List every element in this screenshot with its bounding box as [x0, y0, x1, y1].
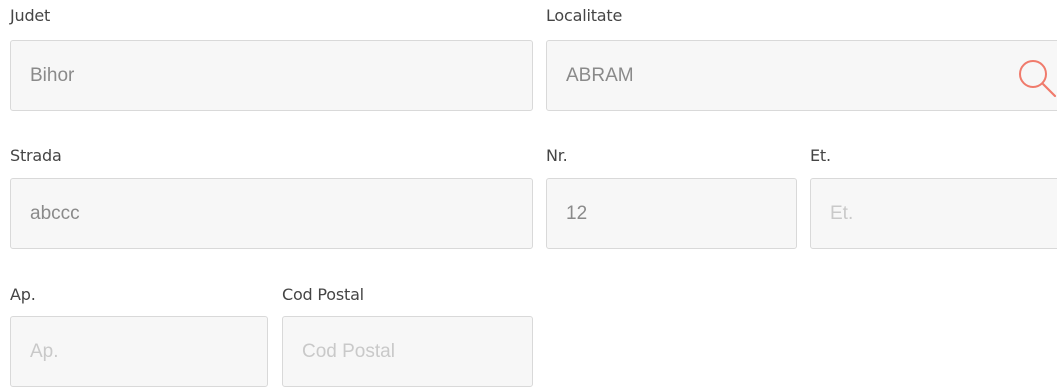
- localitate-input[interactable]: [547, 41, 1057, 110]
- judet-input[interactable]: [11, 41, 532, 110]
- ap-input[interactable]: [11, 317, 267, 386]
- localitate-label: Localitate: [546, 6, 623, 25]
- cod-postal-input-box[interactable]: [282, 316, 533, 387]
- strada-label: Strada: [10, 146, 62, 165]
- et-input-box[interactable]: [810, 178, 1057, 249]
- nr-label: Nr.: [546, 146, 568, 165]
- nr-input-box[interactable]: [546, 178, 797, 249]
- nr-input[interactable]: [547, 179, 796, 248]
- ap-input-box[interactable]: [10, 316, 268, 387]
- localitate-input-box[interactable]: [546, 40, 1057, 111]
- strada-input-box[interactable]: [10, 178, 533, 249]
- et-input[interactable]: [811, 179, 1057, 248]
- judet-label: Judet: [10, 6, 51, 25]
- et-label: Et.: [810, 146, 831, 165]
- cod-postal-input[interactable]: [283, 317, 532, 386]
- cod-postal-label: Cod Postal: [282, 285, 364, 304]
- judet-input-box[interactable]: [10, 40, 533, 111]
- search-icon[interactable]: [1015, 58, 1057, 98]
- strada-input[interactable]: [11, 179, 532, 248]
- ap-label: Ap.: [10, 285, 36, 304]
